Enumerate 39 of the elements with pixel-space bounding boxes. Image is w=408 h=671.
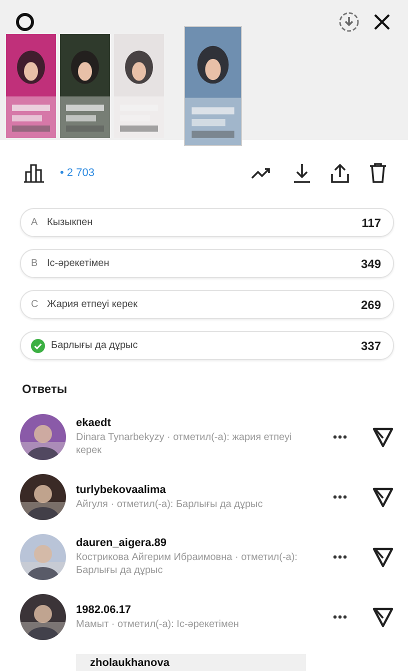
option-letter: B [31, 258, 39, 269]
more-icon[interactable] [332, 554, 348, 560]
trash-icon[interactable] [368, 162, 388, 184]
more-icon[interactable] [332, 494, 348, 500]
close-icon[interactable] [372, 12, 392, 32]
username[interactable]: dauren_aigera.89 [76, 537, 302, 549]
vote-count: 337 [360, 338, 381, 352]
answer-option[interactable]: C Жария етпеуі керек 269 [20, 290, 394, 319]
answer-text: Кострикова Айгерим Ибраимовна · отметил(-а): Барлығы да дұрыс [76, 551, 298, 577]
settings-icon[interactable] [14, 11, 36, 33]
send-icon[interactable] [372, 606, 394, 628]
vote-count: 349 [360, 256, 381, 270]
share-icon[interactable] [330, 162, 350, 184]
option-label: Кызыкпен [47, 217, 94, 228]
answer-text: Мамыт · отметил(-а): Іс-әрекетімен [76, 618, 240, 630]
option-letter: C [31, 299, 40, 310]
username[interactable]: 1982.06.17 [76, 604, 302, 616]
more-icon[interactable] [332, 434, 348, 440]
more-icon[interactable] [332, 614, 348, 620]
username[interactable]: ekaedt [76, 417, 302, 429]
option-label: Барлығы да дұрыс [51, 340, 139, 351]
answer-option[interactable]: B Іс-әрекетімен 349 [20, 249, 394, 278]
option-label: Жария етпеуі керек [47, 299, 138, 310]
send-icon[interactable] [372, 546, 394, 568]
answer-text: Dinara Tynarbekyzy · отметил(-а): жария етпеуі керек [76, 431, 293, 457]
answer-option[interactable]: Барлығы да дұрыс 337 [20, 331, 394, 360]
view-count: • 2 703 [60, 167, 94, 179]
download-icon[interactable] [292, 162, 312, 184]
send-icon[interactable] [372, 486, 394, 508]
vote-count: 117 [362, 216, 381, 230]
send-icon[interactable] [372, 426, 394, 448]
username[interactable]: turlybekovaalima [76, 484, 302, 496]
vote-count: 269 [360, 298, 381, 312]
answer-option[interactable]: A Кызыкпен 117 [20, 208, 394, 237]
option-label: Іс-әрекетімен [47, 258, 110, 269]
section-title: Ответы [21, 381, 68, 396]
answer-text: Айгуля · отметил(-а): Барлығы да дұрыс [76, 498, 264, 510]
option-letter: A [31, 217, 39, 228]
bar-chart-icon[interactable] [22, 162, 46, 184]
